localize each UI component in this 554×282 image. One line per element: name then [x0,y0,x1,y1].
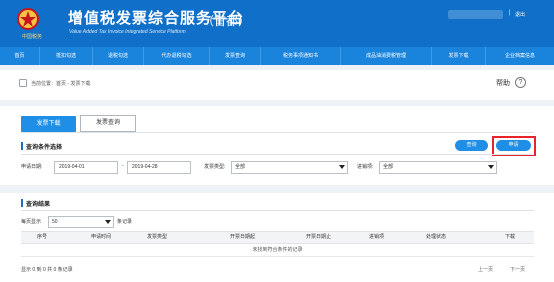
nav-item-home[interactable]: 首页 [0,47,40,65]
nav-item-refund-check[interactable]: 退税勾选 [93,47,144,65]
logout-link[interactable]: 退出 [515,11,525,18]
column-header: 下载 [505,234,516,240]
nav-item-tax-notice[interactable]: 税务事项通知书 [261,47,341,65]
conditions-title: 查询条件选择 [26,145,63,151]
user-info[interactable] [448,10,503,19]
tab-invoice-download[interactable]: 发票下载 [21,116,76,132]
location-icon [19,79,27,87]
pagination-info: 显示 0 到 0 共 0 条记录 [21,267,73,273]
help-link[interactable]: 帮助 [496,78,510,88]
column-header: 进销项 [369,234,385,240]
prev-page-button[interactable]: 上一页 [478,266,493,273]
invoice-type-value: 全部 [235,164,246,170]
logo-text: 中国税务 [22,34,43,40]
platform-subtitle: Value Added Tax Invoice Integrated Servi… [69,29,186,35]
invoice-type-select[interactable]: 全部 [231,161,348,174]
invoice-type-label: 发票类型: [204,164,226,170]
nav-item-fuel-tax[interactable]: 成品油消费税管理 [341,47,432,65]
header-separator: | [509,10,511,16]
nav-item-agent-refund-check[interactable]: 代办退税勾选 [144,47,210,65]
column-header: 发票类型 [147,234,168,240]
empty-message: 未找到符合条件的记录 [21,244,534,257]
platform-city: （首都） [202,14,251,28]
conditions-divider [21,154,534,155]
next-page-button[interactable]: 下一页 [510,266,525,273]
in-out-select[interactable]: 全部 [379,161,497,174]
results-divider [21,210,534,211]
nav-item-invoice-download[interactable]: 发票下载 [432,47,486,65]
results-title: 查询结果 [26,202,51,208]
breadcrumb: 当前位置：首页 - 发票下载 [31,81,91,87]
column-header: 申请时间 [91,234,112,240]
page-size-suffix: 条记录 [117,219,133,225]
chevron-down-icon [488,165,494,169]
chevron-down-icon [105,220,111,224]
search-button[interactable]: 查询 [455,140,488,151]
date-from-input[interactable]: 2019-04-01 [54,161,118,174]
chevron-down-icon [339,165,345,169]
help-icon[interactable]: ? [515,77,526,88]
column-header: 序号 [37,234,48,240]
tab-invoice-query[interactable]: 发票查询 [80,115,136,132]
column-header: 开票日期止 [306,234,332,240]
nav-item-company-profile[interactable]: 企业档案信息 [486,47,554,65]
date-range-separator: - [122,163,124,169]
page-size-label: 每页显示 [21,219,42,225]
page-size-value: 50 [52,219,58,225]
tax-emblem-icon [17,8,39,30]
column-header: 开票日期起 [230,234,256,240]
column-header: 处理状态 [426,234,447,240]
apply-date-label: 申请日期: [21,164,43,170]
date-to-input[interactable]: 2019-04-28 [127,161,191,174]
main-nav: 首页 抵扣勾选 退税勾选 代办退税勾选 发票查询 税务事项通知书 成品油消费税管… [0,47,554,65]
section-marker [21,199,23,207]
section-marker [21,142,23,150]
page-size-select[interactable]: 50 [48,216,114,228]
nav-item-invoice-query[interactable]: 发票查询 [210,47,261,65]
tab-divider [21,132,534,133]
nav-item-deduction-check[interactable]: 抵扣勾选 [40,47,93,65]
in-out-label: 进销项: [357,164,374,170]
apply-button[interactable]: 申请 [496,140,531,151]
in-out-value: 全部 [383,164,394,170]
